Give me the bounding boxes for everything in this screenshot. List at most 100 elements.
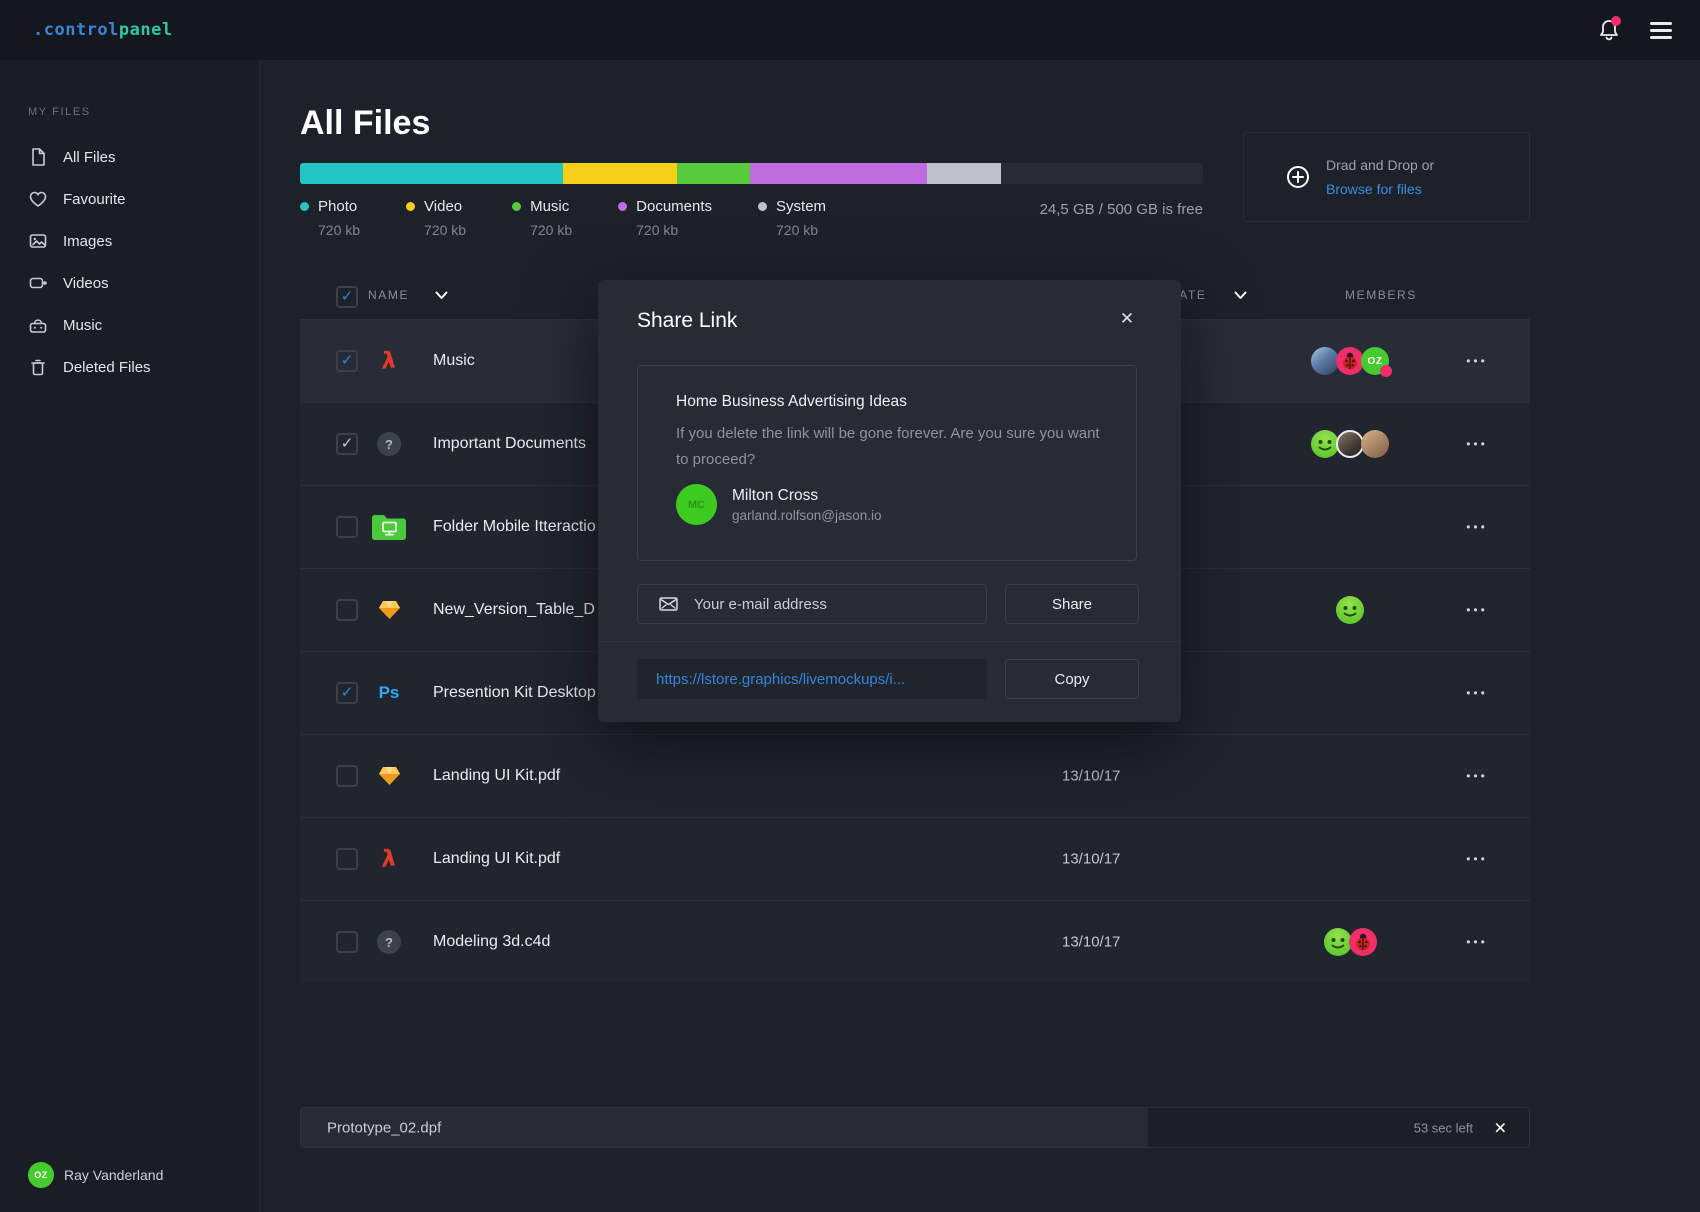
sidebar-item-images[interactable]: Images xyxy=(0,220,259,262)
row-actions-button[interactable]: ••• xyxy=(1455,686,1499,700)
email-input[interactable] xyxy=(692,595,986,614)
copy-button[interactable]: Copy xyxy=(1005,659,1139,699)
member-avatar-photo-dark xyxy=(1336,430,1364,458)
upload-cancel-button[interactable]: ✕ xyxy=(1494,1118,1507,1137)
member-avatar-frog xyxy=(1324,928,1352,956)
storage-usage-bar xyxy=(300,163,1203,184)
row-actions-button[interactable]: ••• xyxy=(1455,769,1499,783)
member-avatar-photo-blue xyxy=(1311,347,1339,375)
shared-user-email: garland.rolfson@jason.io xyxy=(732,508,882,523)
pdf-file-icon: λ xyxy=(370,840,408,878)
column-header-name: NAME xyxy=(368,288,409,302)
browse-for-files-link[interactable]: Browse for files xyxy=(1326,181,1422,197)
user-avatar: OZ xyxy=(28,1162,54,1188)
row-checkbox[interactable] xyxy=(336,599,358,621)
sidebar-item-deleted-files[interactable]: Deleted Files xyxy=(0,346,259,388)
page-title: All Files xyxy=(300,104,430,143)
storage-segment-system xyxy=(927,163,1001,184)
video-icon xyxy=(28,273,48,293)
file-date: 13/10/17 xyxy=(1062,934,1120,951)
row-checkbox[interactable] xyxy=(336,765,358,787)
row-actions-button[interactable]: ••• xyxy=(1455,852,1499,866)
share-url[interactable]: https://lstore.graphics/livemockups/i... xyxy=(656,671,905,688)
row-checkbox[interactable] xyxy=(336,516,358,538)
storage-segment-photo xyxy=(300,163,563,184)
app-logo: .controlpanel xyxy=(33,20,173,40)
row-members xyxy=(1270,430,1430,458)
row-actions-button[interactable]: ••• xyxy=(1455,603,1499,617)
sidebar-item-all-files[interactable]: All Files xyxy=(0,136,259,178)
shared-file-title: Home Business Advertising Ideas xyxy=(676,393,907,411)
ps-file-icon: Ps xyxy=(370,674,408,712)
row-checkbox[interactable]: ✓ xyxy=(336,433,358,455)
share-button[interactable]: Share xyxy=(1005,584,1139,624)
legend-size: 720 kb xyxy=(636,222,712,238)
sidebar-item-label: Images xyxy=(63,233,112,250)
top-bar: .controlpanel xyxy=(0,0,1700,60)
member-avatar-ladybug xyxy=(1349,928,1377,956)
file-date: 13/10/17 xyxy=(1062,768,1120,785)
member-avatar-frog xyxy=(1336,596,1364,624)
file-name: Landing UI Kit.pdf xyxy=(433,850,560,868)
share-link-modal: Share Link ✕ Home Business Advertising I… xyxy=(598,280,1181,722)
plus-circle-icon xyxy=(1286,165,1310,189)
row-actions-button[interactable]: ••• xyxy=(1455,354,1499,368)
folder-file-icon xyxy=(370,508,408,546)
sketch-file-icon xyxy=(370,757,408,795)
table-row[interactable]: Landing UI Kit.pdf13/10/17••• xyxy=(300,734,1530,817)
file-dropzone[interactable]: Drad and Drop or Browse for files xyxy=(1243,132,1530,222)
sidebar-nav: All Files Favourite Images Videos Music … xyxy=(0,136,259,388)
row-checkbox[interactable] xyxy=(336,931,358,953)
column-header-members: MEMBERS xyxy=(1345,288,1417,302)
logo-part-2: panel xyxy=(119,20,173,40)
modal-title: Share Link xyxy=(637,309,737,333)
notifications-button[interactable] xyxy=(1598,18,1620,42)
member-avatar-photo-tan xyxy=(1361,430,1389,458)
sidebar-item-videos[interactable]: Videos xyxy=(0,262,259,304)
sketch-file-icon xyxy=(370,591,408,629)
row-actions-button[interactable]: ••• xyxy=(1455,935,1499,949)
unknown-file-icon: ? xyxy=(370,425,408,463)
logo-part-1: .control xyxy=(33,20,119,40)
name-sort-chevron-icon[interactable] xyxy=(435,291,448,300)
menu-button[interactable] xyxy=(1650,22,1672,39)
row-members xyxy=(1270,928,1430,956)
storage-free-label: 24,5 GB / 500 GB is free xyxy=(300,201,1203,218)
legend-size: 720 kb xyxy=(424,222,466,238)
sidebar-item-label: Favourite xyxy=(63,191,126,208)
table-row[interactable]: λ Landing UI Kit.pdf 13/10/17 ••• xyxy=(300,817,1530,900)
date-sort-chevron-icon[interactable] xyxy=(1234,291,1247,300)
modal-close-button[interactable]: ✕ xyxy=(1115,309,1139,329)
row-actions-button[interactable]: ••• xyxy=(1455,520,1499,534)
select-all-checkbox[interactable]: ✓ xyxy=(336,286,358,308)
legend-size: 720 kb xyxy=(776,222,826,238)
unknown-file-icon: ? xyxy=(370,923,408,961)
storage-segment-music xyxy=(677,163,749,184)
user-name: Ray Vanderland xyxy=(64,1167,163,1183)
notification-dot xyxy=(1611,16,1621,26)
row-checkbox[interactable]: ✓ xyxy=(336,682,358,704)
sidebar-item-music[interactable]: Music xyxy=(0,304,259,346)
row-checkbox[interactable] xyxy=(336,848,358,870)
envelope-icon xyxy=(659,597,678,611)
table-row[interactable]: ?Modeling 3d.c4d13/10/17••• xyxy=(300,900,1530,983)
row-actions-button[interactable]: ••• xyxy=(1455,437,1499,451)
file-name: New_Version_Table_D xyxy=(433,601,595,619)
avatar-badge xyxy=(1380,365,1392,377)
row-members xyxy=(1270,596,1430,624)
sidebar-item-label: All Files xyxy=(63,149,116,166)
user-avatar: MC xyxy=(676,484,717,525)
modal-divider xyxy=(598,641,1181,642)
legend-size: 720 kb xyxy=(318,222,360,238)
file-date: 13/10/17 xyxy=(1062,851,1120,868)
row-checkbox[interactable]: ✓ xyxy=(336,350,358,372)
dropzone-text: Drad and Drop or xyxy=(1326,157,1434,173)
row-members: OZ xyxy=(1270,347,1430,375)
sidebar-item-label: Deleted Files xyxy=(63,359,151,376)
share-url-box: https://lstore.graphics/livemockups/i... xyxy=(637,659,987,699)
upload-filename: Prototype_02.dpf xyxy=(327,1119,441,1136)
sidebar-item-favourite[interactable]: Favourite xyxy=(0,178,259,220)
email-input-wrapper xyxy=(637,584,987,624)
current-user[interactable]: OZ Ray Vanderland xyxy=(28,1162,163,1188)
shared-with-user: MC Milton Cross garland.rolfson@jason.io xyxy=(676,484,882,525)
